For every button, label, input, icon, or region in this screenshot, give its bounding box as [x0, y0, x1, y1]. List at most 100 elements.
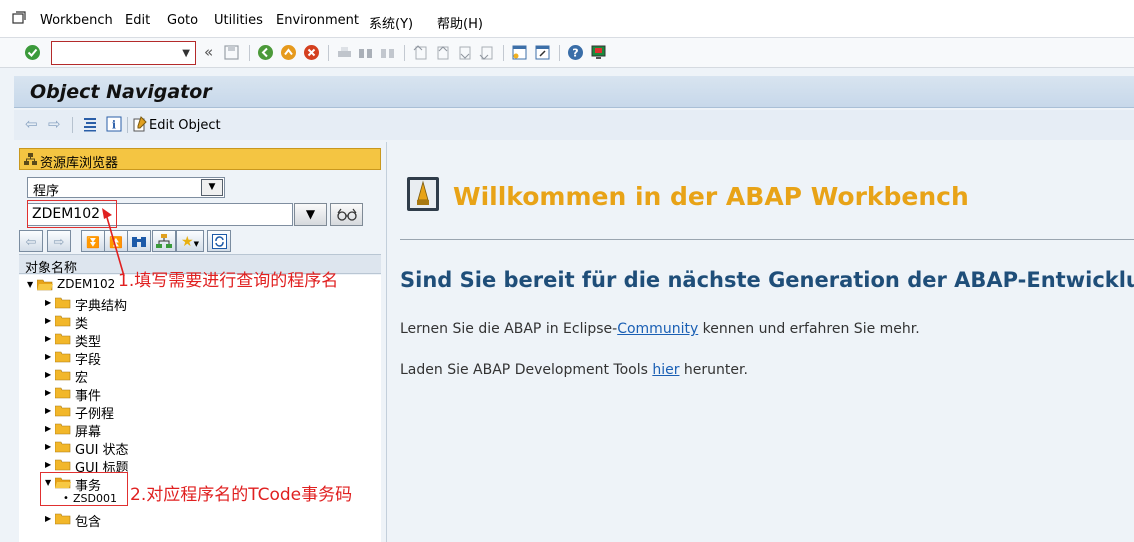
- page-title: Object Navigator: [30, 81, 212, 103]
- find-icon[interactable]: [357, 44, 374, 61]
- folder-icon: [55, 351, 71, 363]
- title-bar: Object Navigator: [14, 76, 1134, 108]
- separator: [503, 45, 504, 61]
- application-toolbar: ⇦ ⇨ i Edit Object: [14, 110, 1134, 140]
- separator: [72, 117, 73, 133]
- hier-link[interactable]: hier: [652, 362, 679, 378]
- previous-object-button[interactable]: ⇦: [19, 230, 43, 252]
- separator: [127, 117, 128, 133]
- find-next-icon[interactable]: [379, 44, 396, 61]
- object-type-select[interactable]: 程序 ▼: [27, 177, 225, 199]
- save-icon[interactable]: [223, 44, 240, 61]
- tree-structure-icon: [156, 234, 172, 248]
- shortcut-icon[interactable]: [534, 44, 551, 61]
- collapsed-triangle-icon[interactable]: ▶: [45, 352, 51, 361]
- favorites-button[interactable]: ★▼: [176, 230, 204, 252]
- menu-bar: Workbench Edit Goto Utilities Environmen…: [0, 0, 1134, 38]
- edit-object-icon[interactable]: [132, 116, 147, 132]
- find-button[interactable]: [127, 230, 151, 252]
- repository-browser-icon: [24, 153, 37, 165]
- collapsed-triangle-icon[interactable]: ▶: [45, 370, 51, 379]
- collapsed-triangle-icon[interactable]: ▶: [45, 316, 51, 325]
- enter-check-icon[interactable]: [24, 44, 41, 61]
- tree-node-label: 包含: [75, 515, 102, 530]
- annotation-step-2: 2.对应程序名的TCode事务码: [130, 485, 353, 505]
- tree-node-label: 类型: [75, 335, 102, 350]
- collapsed-triangle-icon[interactable]: ▶: [45, 388, 51, 397]
- annotation-step-1: 1.填写需要进行查询的程序名: [118, 271, 339, 291]
- object-tree-button[interactable]: [152, 230, 176, 252]
- menu-goto[interactable]: Goto: [167, 13, 198, 28]
- folder-icon: [55, 369, 71, 381]
- collapsed-triangle-icon[interactable]: ▶: [45, 298, 51, 307]
- tree-node-label: 字典结构: [75, 299, 128, 314]
- collapsed-triangle-icon[interactable]: ▶: [45, 442, 51, 451]
- exit-icon[interactable]: [280, 44, 297, 61]
- collapsed-triangle-icon[interactable]: ▶: [45, 514, 51, 523]
- next-page-icon[interactable]: [456, 44, 473, 61]
- help-icon[interactable]: ?: [567, 44, 584, 61]
- chevron-down-icon[interactable]: ▼: [201, 179, 223, 196]
- tree-node-label: 宏: [75, 371, 89, 386]
- welcome-heading: Sind Sie bereit für die nächste Generati…: [400, 268, 1134, 292]
- forward-arrow-icon[interactable]: ⇨: [48, 115, 61, 133]
- last-page-icon[interactable]: [478, 44, 495, 61]
- separator: [328, 45, 329, 61]
- repository-browser-label: 资源库浏览器: [40, 156, 119, 171]
- customize-layout-icon[interactable]: [590, 44, 607, 61]
- collapsed-triangle-icon[interactable]: ▶: [45, 334, 51, 343]
- menu-help[interactable]: 帮助(H): [437, 13, 483, 32]
- expanded-triangle-icon[interactable]: ▼: [27, 280, 33, 289]
- right-arrow-icon: ⇨: [53, 235, 65, 250]
- back-icon[interactable]: [257, 44, 274, 61]
- repository-browser-header[interactable]: 资源库浏览器: [19, 148, 381, 171]
- folder-icon: [55, 441, 71, 453]
- download-text-before: Laden Sie ABAP Development Tools: [400, 362, 653, 378]
- menu-edit[interactable]: Edit: [125, 13, 150, 28]
- edit-object-button[interactable]: Edit Object: [149, 118, 221, 133]
- chevron-down-icon: ▼: [193, 240, 199, 248]
- system-menu-icon[interactable]: [12, 11, 26, 25]
- command-field[interactable]: ▼: [51, 41, 196, 65]
- open-folder-icon: [37, 279, 53, 291]
- menu-utilities[interactable]: Utilities: [214, 13, 263, 28]
- svg-text:?: ?: [572, 47, 578, 60]
- menu-system[interactable]: 系统(Y): [369, 13, 413, 32]
- standard-toolbar: ▼ « ?: [0, 38, 1134, 68]
- previous-page-icon[interactable]: [434, 44, 451, 61]
- folder-icon: [55, 423, 71, 435]
- folder-icon: [55, 387, 71, 399]
- collapsed-triangle-icon[interactable]: ▶: [45, 460, 51, 469]
- next-object-button[interactable]: ⇨: [47, 230, 71, 252]
- left-arrow-icon: ⇦: [25, 235, 37, 250]
- tree-node-label: 事件: [75, 389, 102, 404]
- back-arrow-icon[interactable]: ⇦: [25, 115, 38, 133]
- menu-workbench[interactable]: Workbench: [40, 13, 113, 28]
- new-session-icon[interactable]: [511, 44, 528, 61]
- object-name-dropdown-button[interactable]: ▼: [294, 203, 327, 226]
- folder-icon: [55, 297, 71, 309]
- folder-icon: [55, 405, 71, 417]
- cancel-icon[interactable]: [303, 44, 320, 61]
- chevron-down-icon[interactable]: ▼: [182, 48, 190, 59]
- collapse-icon[interactable]: «: [204, 43, 213, 61]
- refresh-icon: [211, 234, 227, 249]
- collapsed-triangle-icon[interactable]: ▶: [45, 406, 51, 415]
- folder-icon: [55, 513, 71, 525]
- tree-column-header-label: 对象名称: [25, 261, 78, 276]
- abap-workbench-icon: [407, 177, 439, 211]
- menu-environment[interactable]: Environment: [276, 13, 359, 28]
- separator: [249, 45, 250, 61]
- collapsed-triangle-icon[interactable]: ▶: [45, 424, 51, 433]
- info-icon[interactable]: i: [106, 116, 122, 132]
- first-page-icon[interactable]: [412, 44, 429, 61]
- eclipse-text-before: Lernen Sie die ABAP in Eclipse-: [400, 321, 618, 337]
- refresh-button[interactable]: [207, 230, 231, 252]
- star-icon: ★: [181, 234, 194, 250]
- community-link[interactable]: Community: [617, 321, 698, 337]
- binoculars-icon: [132, 237, 146, 247]
- download-paragraph: Laden Sie ABAP Development Tools hier he…: [400, 362, 748, 378]
- hierarchy-icon[interactable]: [82, 116, 98, 132]
- display-button[interactable]: [330, 203, 363, 226]
- print-icon[interactable]: [336, 44, 353, 61]
